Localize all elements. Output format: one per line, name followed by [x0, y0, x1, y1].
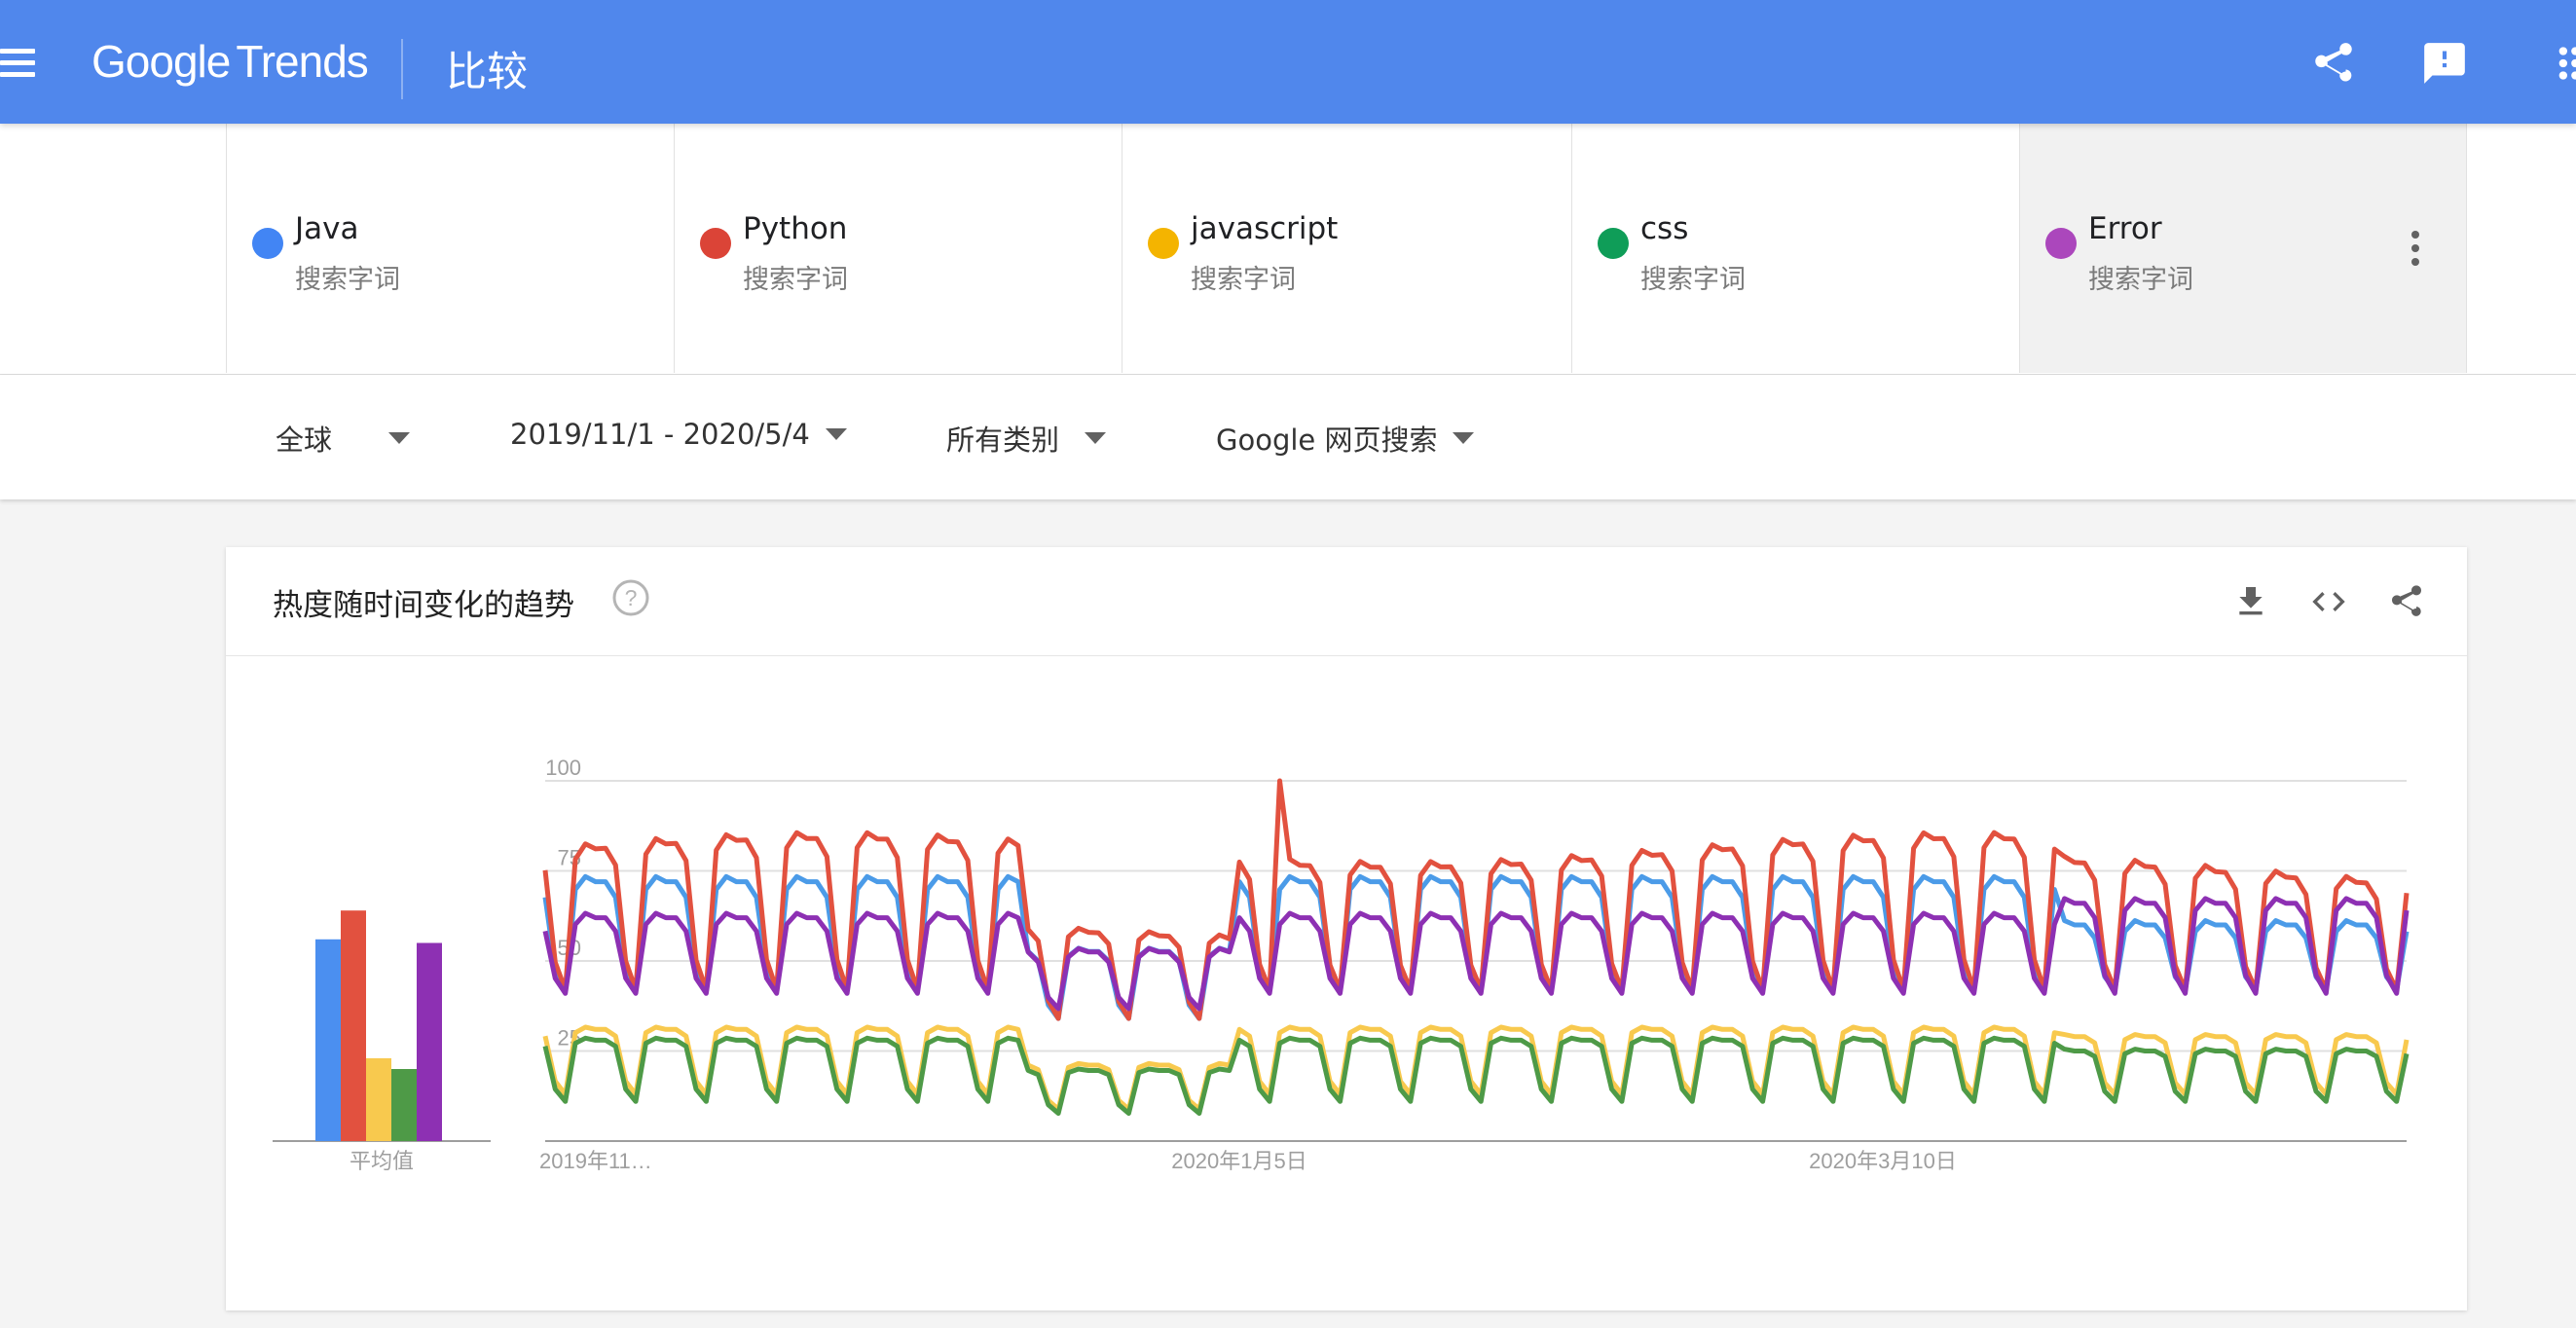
x-tick-label: 2019年11… [539, 1149, 652, 1173]
x-tick-label: 2020年1月5日 [1171, 1149, 1306, 1173]
dropdown-arrow-icon [1085, 432, 1107, 444]
date-range-dropdown[interactable]: 2019/11/1 - 2020/5/4 [510, 418, 847, 451]
term-color-dot [252, 228, 283, 259]
category-dropdown[interactable]: 所有类别 [946, 418, 1107, 459]
dropdown-arrow-icon [1453, 432, 1475, 444]
top-app-bar: Google Trends 比较 [0, 0, 2576, 124]
category-label: 所有类别 [946, 424, 1060, 457]
search-type-dropdown[interactable]: Google 网页搜索 [1216, 418, 1475, 459]
region-dropdown-label: 全球 [276, 424, 333, 457]
y-tick-label: 100 [545, 756, 581, 780]
interest-over-time-card: 热度随时间变化的趋势 ? 25 50 75 100 2019年11… 2020年1月5日 2… [226, 547, 2467, 1310]
term-card-css[interactable]: css 搜索字词 [1571, 124, 2019, 373]
x-tick-label: 2020年3月10日 [1809, 1149, 1957, 1173]
apps-icon[interactable] [2553, 39, 2576, 88]
average-bar-javascript [366, 1057, 391, 1141]
term-name: css [1640, 211, 1689, 246]
dropdown-arrow-icon [388, 432, 411, 444]
average-bar-python [341, 910, 366, 1141]
term-type: 搜索字词 [1191, 265, 1296, 295]
dropdown-arrow-icon [825, 428, 847, 440]
term-name: Python [743, 211, 848, 246]
average-bar-error [417, 942, 442, 1141]
term-color-dot [2045, 228, 2077, 259]
logo-google-text: Google [92, 36, 231, 87]
filter-bar: 全球 2019/11/1 - 2020/5/4 所有类别 Google 网页搜索 [0, 375, 2576, 499]
term-card-python[interactable]: Python 搜索字词 [674, 124, 1122, 373]
search-terms-bar: Java 搜索字词 Python 搜索字词 javascript 搜索字词 cs… [0, 124, 2576, 375]
series-line-css [542, 1035, 2410, 1116]
term-name: Error [2088, 211, 2162, 246]
term-color-dot [1148, 228, 1179, 259]
date-range-label: 2019/11/1 - 2020/5/4 [510, 418, 810, 451]
interest-chart: 2550751002019年11… 2020年1月5日 2020年3月10日 平均值 [273, 756, 2410, 1173]
series-line-error [542, 896, 2410, 1012]
average-bar-java [315, 939, 341, 1141]
term-color-dot [700, 228, 731, 259]
term-card-java[interactable]: Java 搜索字词 [226, 124, 674, 373]
term-type: 搜索字词 [295, 265, 400, 295]
term-type: 搜索字词 [2088, 265, 2193, 295]
term-card-javascript[interactable]: javascript 搜索字词 [1122, 124, 1569, 373]
series-line-java [542, 873, 2410, 1021]
term-card-error[interactable]: Error 搜索字词 [2019, 124, 2467, 373]
menu-icon[interactable] [0, 49, 35, 78]
term-color-dot [1598, 228, 1629, 259]
term-name: javascript [1191, 211, 1339, 246]
region-dropdown[interactable]: 全球 [276, 418, 411, 459]
feedback-icon[interactable] [2420, 39, 2469, 88]
average-label: 平均值 [350, 1149, 414, 1173]
term-name: Java [295, 211, 359, 246]
term-type: 搜索字词 [743, 265, 848, 295]
logo-trends-text: Trends [236, 36, 368, 87]
search-type-label: Google 网页搜索 [1216, 424, 1438, 457]
term-type: 搜索字词 [1640, 265, 1746, 295]
page-title: 比较 [446, 48, 529, 95]
more-options-icon[interactable] [2411, 231, 2421, 270]
google-trends-logo[interactable]: Google Trends [92, 35, 369, 88]
average-bar-css [391, 1069, 417, 1141]
header-divider [401, 39, 403, 99]
share-icon[interactable] [2309, 39, 2358, 88]
